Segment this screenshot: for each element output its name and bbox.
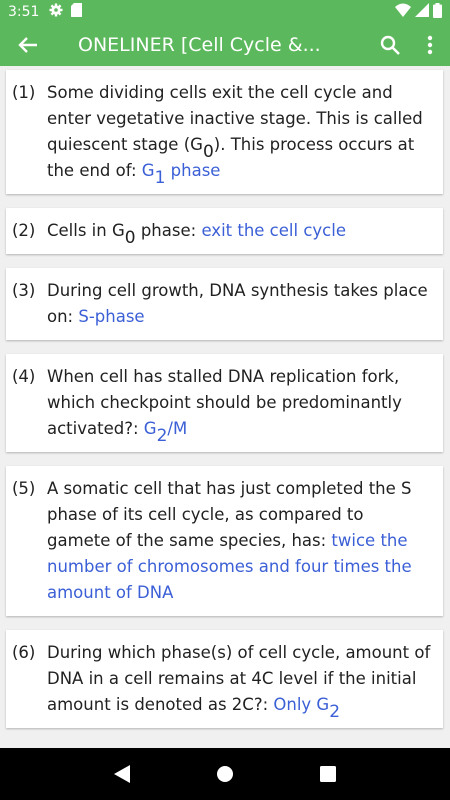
app-bar: ONELINER [Cell Cycle &... — [0, 24, 450, 66]
question-text: During which phase(s) of cell cycle, amo… — [47, 643, 431, 714]
back-arrow-icon — [18, 37, 37, 53]
list-item: (4) When cell has stalled DNA replicatio… — [6, 354, 443, 452]
signal-icon — [415, 3, 429, 21]
more-vert-icon — [427, 35, 433, 55]
answer-text: G2/M — [143, 419, 188, 445]
item-text: Some dividing cells exit the cell cycle … — [47, 80, 431, 187]
list-item: (5) A somatic cell that has just complet… — [6, 466, 443, 616]
nav-home-icon — [216, 766, 233, 782]
nav-back-button[interactable] — [102, 754, 142, 794]
status-bar: 3:51 — [0, 0, 450, 24]
answer-tail: phase — [165, 161, 221, 180]
answer-text: G1 phase — [141, 161, 221, 187]
page-title: ONELINER [Cell Cycle &... — [78, 34, 321, 56]
navigation-bar — [0, 748, 450, 800]
oneliner-list[interactable]: (1) Some dividing cells exit the cell cy… — [0, 66, 450, 748]
back-button[interactable] — [0, 24, 56, 66]
answer-main: G — [143, 419, 157, 438]
item-number: (2) — [12, 221, 36, 240]
nav-recents-icon — [320, 766, 337, 782]
answer-text: Only G2 — [273, 695, 340, 721]
item-text: During which phase(s) of cell cycle, amo… — [47, 640, 431, 721]
item-number: (3) — [12, 281, 36, 300]
wifi-icon — [395, 3, 411, 21]
nav-back-icon — [113, 765, 130, 783]
item-number: (1) — [12, 83, 36, 102]
list-item: (2) Cells in G0 phase: exit the cell cyc… — [6, 208, 443, 254]
settings-icon — [49, 3, 63, 21]
item-number: (5) — [12, 479, 36, 498]
answer-text: exit the cell cycle — [201, 221, 346, 240]
answer-tail: /M — [167, 419, 188, 438]
item-text: A somatic cell that has just completed t… — [47, 476, 431, 606]
search-button[interactable] — [370, 24, 410, 66]
list-item: (1) Some dividing cells exit the cell cy… — [6, 70, 443, 194]
status-time: 3:51 — [8, 4, 40, 20]
answer-main: G — [141, 161, 155, 180]
question-subscript: 0 — [124, 228, 136, 248]
answer-subscript: 1 — [154, 168, 166, 188]
answer-main: Only G — [273, 695, 330, 714]
answer-subscript: 2 — [156, 426, 168, 446]
answer-text: S-phase — [78, 307, 145, 326]
item-number: (6) — [12, 643, 36, 662]
question-text: Cells in G — [47, 221, 125, 240]
item-text: When cell has stalled DNA replication fo… — [47, 364, 431, 445]
search-icon — [380, 35, 400, 55]
list-item: (6) During which phase(s) of cell cycle,… — [6, 630, 443, 728]
item-number: (4) — [12, 367, 36, 386]
nav-recents-button[interactable] — [308, 754, 348, 794]
question-text: When cell has stalled DNA replication fo… — [47, 367, 402, 438]
question-subscript: 0 — [202, 142, 214, 162]
item-text: During cell growth, DNA synthesis takes … — [47, 278, 431, 330]
sd-card-icon — [71, 3, 83, 21]
question-text-tail: phase: — [135, 221, 202, 240]
battery-icon — [433, 2, 442, 22]
list-item: (3) During cell growth, DNA synthesis ta… — [6, 268, 443, 340]
nav-home-button[interactable] — [205, 754, 245, 794]
answer-subscript: 2 — [329, 702, 341, 722]
more-options-button[interactable] — [410, 24, 450, 66]
item-text: Cells in G0 phase: exit the cell cycle — [47, 218, 431, 247]
